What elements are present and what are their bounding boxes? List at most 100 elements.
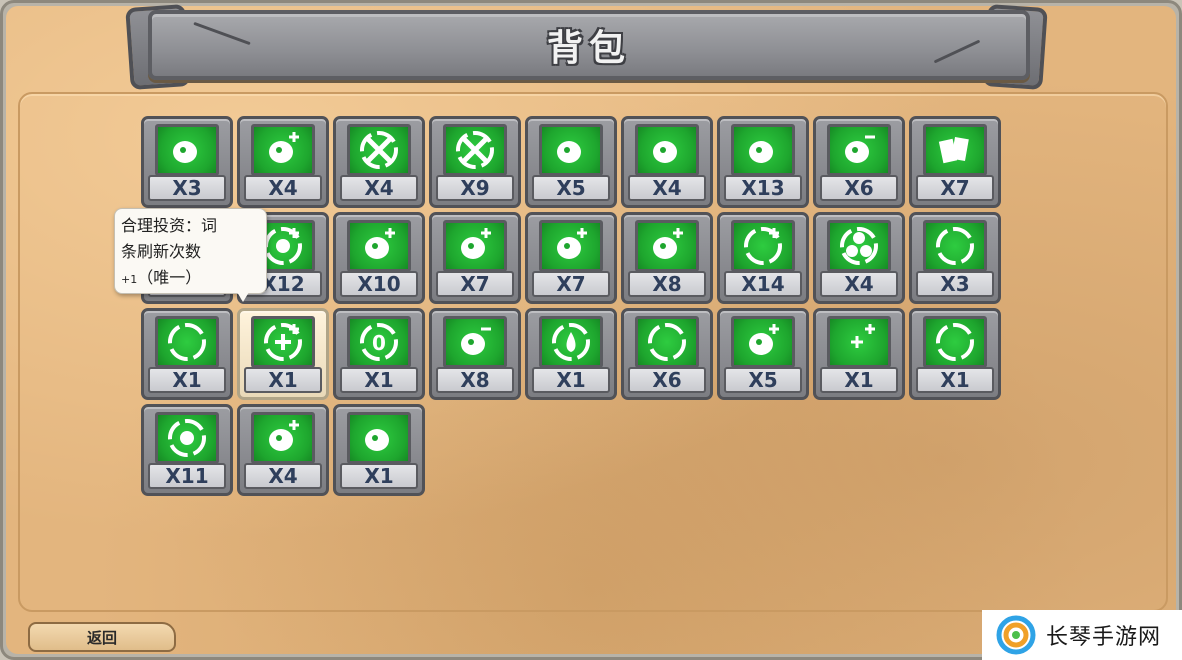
inventory-slot[interactable]: X1 bbox=[525, 308, 617, 400]
item-count: X6 bbox=[820, 175, 898, 201]
item-icon-frame bbox=[347, 412, 411, 464]
item-icon-frame bbox=[155, 316, 219, 368]
item-icon-frame bbox=[155, 124, 219, 176]
item-count: X1 bbox=[532, 367, 610, 393]
inventory-slot[interactable]: X4 bbox=[237, 404, 329, 496]
apple-plus-icon bbox=[653, 228, 683, 259]
refresh-plus-icon bbox=[264, 323, 302, 361]
item-count: X4 bbox=[244, 175, 322, 201]
inventory-slot[interactable]: X13 bbox=[717, 116, 809, 208]
tooltip-line-3: +1（唯一） bbox=[121, 265, 260, 293]
ring-plus-icon bbox=[744, 227, 782, 265]
eye-swirl-arrow-icon bbox=[557, 141, 581, 163]
item-icon-frame bbox=[347, 124, 411, 176]
inventory-slot[interactable]: X1 bbox=[813, 308, 905, 400]
inventory-slot[interactable]: X5 bbox=[717, 308, 809, 400]
inventory-slot[interactable]: X7 bbox=[909, 116, 1001, 208]
inventory-slot[interactable]: X4 bbox=[333, 116, 425, 208]
fan-icon bbox=[840, 227, 878, 265]
item-count: X3 bbox=[148, 175, 226, 201]
back-button[interactable]: 返回 bbox=[28, 622, 176, 652]
item-count: X14 bbox=[724, 271, 802, 297]
double-plus-icon bbox=[851, 324, 875, 348]
item-count: X5 bbox=[532, 175, 610, 201]
inventory-slot[interactable]: X8 bbox=[621, 212, 713, 304]
inventory-slot[interactable]: X7 bbox=[429, 212, 521, 304]
eye-swirl-icon bbox=[173, 141, 197, 163]
item-tooltip: 合理投资：词 条刷新次数 +1（唯一） bbox=[114, 208, 267, 294]
fire-ring-icon bbox=[936, 323, 974, 361]
inventory-slot[interactable]: X6 bbox=[621, 308, 713, 400]
zero-ring-icon: 0 bbox=[360, 323, 398, 361]
page-title: 背包 bbox=[546, 28, 631, 69]
target-cross-icon bbox=[360, 131, 398, 169]
item-icon-frame bbox=[635, 124, 699, 176]
inventory-slot[interactable]: X5 bbox=[525, 116, 617, 208]
item-icon-frame bbox=[923, 124, 987, 176]
inventory-slot[interactable]: X11 bbox=[141, 404, 233, 496]
inventory-slot[interactable]: X4 bbox=[237, 116, 329, 208]
inventory-slot[interactable]: X1 bbox=[237, 308, 329, 400]
item-count: X1 bbox=[244, 367, 322, 393]
inventory-slot[interactable]: X9 bbox=[429, 116, 521, 208]
inventory-slot[interactable]: X1 bbox=[141, 308, 233, 400]
item-count: X13 bbox=[724, 175, 802, 201]
item-icon-frame bbox=[539, 124, 603, 176]
watermark-text: 长琴手游网 bbox=[1046, 625, 1162, 650]
title-banner: 背包 bbox=[148, 10, 1030, 80]
egg-plus-icon bbox=[269, 132, 299, 163]
item-count: X8 bbox=[628, 271, 706, 297]
inventory-slot[interactable]: 0 X1 bbox=[333, 308, 425, 400]
item-count: X10 bbox=[340, 271, 418, 297]
item-icon-frame bbox=[539, 220, 603, 272]
inventory-slot[interactable]: X1 bbox=[333, 404, 425, 496]
hedgehog-plus-icon bbox=[557, 228, 587, 259]
item-icon-frame bbox=[923, 316, 987, 368]
svg-text:0: 0 bbox=[372, 331, 386, 355]
drop-ring-icon bbox=[552, 323, 590, 361]
inventory-slot[interactable]: X6 bbox=[813, 116, 905, 208]
eggs-plus-icon bbox=[749, 324, 779, 355]
item-count: X1 bbox=[916, 367, 994, 393]
item-icon-frame bbox=[347, 220, 411, 272]
item-count: X11 bbox=[148, 463, 226, 489]
item-icon-frame bbox=[731, 124, 795, 176]
inventory-slot[interactable]: X4 bbox=[621, 116, 713, 208]
crossed-target-icon bbox=[456, 131, 494, 169]
item-count: X8 bbox=[436, 367, 514, 393]
item-count: X7 bbox=[916, 175, 994, 201]
tooltip-pointer bbox=[237, 292, 249, 302]
cracked-egg-icon bbox=[653, 141, 677, 163]
item-icon-frame: 0 bbox=[347, 316, 411, 368]
item-icon-frame bbox=[731, 220, 795, 272]
tree-minus-icon bbox=[461, 327, 491, 355]
item-count: X4 bbox=[820, 271, 898, 297]
item-icon-frame bbox=[539, 316, 603, 368]
inventory-slot[interactable]: X4 bbox=[813, 212, 905, 304]
item-icon-frame bbox=[827, 124, 891, 176]
inventory-slot[interactable]: X3 bbox=[909, 212, 1001, 304]
item-count: X4 bbox=[340, 175, 418, 201]
sun-ring-icon bbox=[168, 419, 206, 457]
item-count: X5 bbox=[724, 367, 802, 393]
item-icon-frame bbox=[731, 316, 795, 368]
item-icon-frame bbox=[251, 124, 315, 176]
item-count: X1 bbox=[820, 367, 898, 393]
item-icon-frame bbox=[923, 220, 987, 272]
inventory-slot[interactable]: X7 bbox=[525, 212, 617, 304]
apple-plus-icon bbox=[269, 420, 299, 451]
item-count: X9 bbox=[436, 175, 514, 201]
chick-plus-icon bbox=[365, 228, 395, 259]
item-icon-frame bbox=[251, 316, 315, 368]
inventory-slot[interactable]: X3 bbox=[141, 116, 233, 208]
item-count: X1 bbox=[148, 367, 226, 393]
item-count: X1 bbox=[340, 367, 418, 393]
item-icon-frame bbox=[827, 220, 891, 272]
item-icon-frame bbox=[443, 220, 507, 272]
watermark-logo-icon bbox=[996, 615, 1036, 655]
inventory-slot[interactable]: X8 bbox=[429, 308, 521, 400]
inventory-slot[interactable]: X14 bbox=[717, 212, 809, 304]
item-icon-frame bbox=[155, 412, 219, 464]
inventory-slot[interactable]: X10 bbox=[333, 212, 425, 304]
inventory-slot[interactable]: X1 bbox=[909, 308, 1001, 400]
